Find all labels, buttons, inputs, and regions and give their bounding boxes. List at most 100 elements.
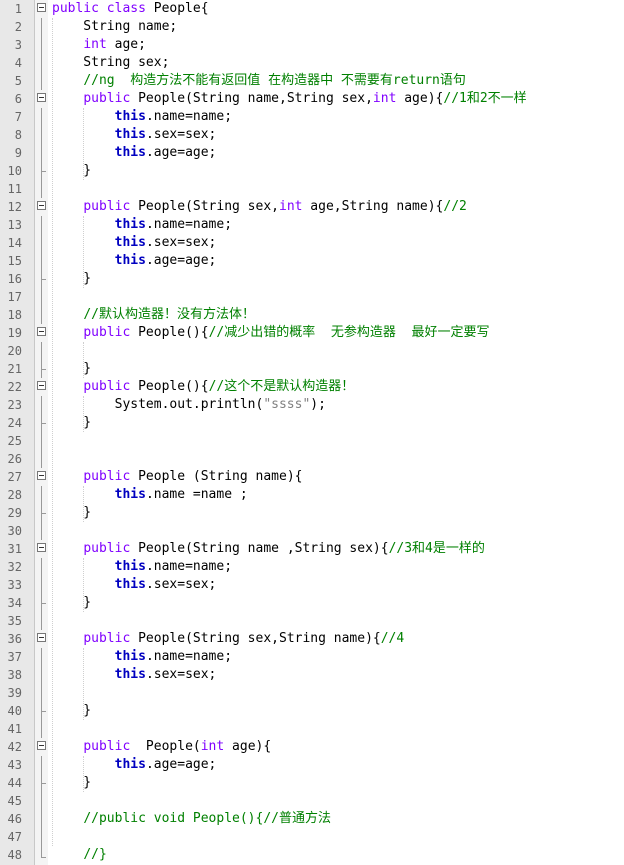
code-line[interactable]: 35 [0, 612, 624, 630]
code-token: .sex=sex; [145, 577, 217, 592]
code-line[interactable]: 5 //ng 构造方法不能有返回值 在构造器中 不需要有return语句 [0, 72, 624, 90]
code-line[interactable]: 12 public People(String sex,int age,Stri… [0, 198, 624, 216]
code-token: .age=age; [145, 145, 217, 160]
line-number: 39 [7, 686, 22, 700]
code-token: People( [130, 739, 201, 754]
indent-guide [52, 18, 53, 846]
code-line[interactable]: 13 this.name=name; [0, 216, 624, 234]
code-line[interactable]: 24 } [0, 414, 624, 432]
code-line[interactable]: 29 } [0, 504, 624, 522]
fold-minus-icon[interactable] [37, 543, 46, 555]
code-line[interactable]: 1 public class People{ [0, 0, 624, 18]
fold-line [37, 126, 46, 144]
line-number: 7 [14, 110, 22, 124]
code-line[interactable]: 3 int age; [0, 36, 624, 54]
line-number: 35 [7, 614, 22, 628]
code-line[interactable]: 33 this.sex=sex; [0, 576, 624, 594]
line-number: 24 [7, 416, 22, 430]
fold-minus-icon[interactable] [37, 741, 46, 753]
keyword-token: public [83, 199, 131, 214]
code-token: People(String sex,String name){ [130, 631, 381, 646]
fold-end-marker-icon [37, 162, 46, 180]
code-text: } [52, 162, 91, 180]
comment-token: //2 [443, 199, 467, 214]
code-line[interactable]: 26 [0, 450, 624, 468]
code-line[interactable]: 17 [0, 288, 624, 306]
code-line[interactable]: 18 //默认构造器！没有方法体！ [0, 306, 624, 324]
code-line[interactable]: 23 System.out.println("ssss"); [0, 396, 624, 414]
code-line[interactable]: 11 [0, 180, 624, 198]
code-text: this.sex=sex; [52, 126, 217, 144]
keyword-token: int [279, 199, 303, 214]
code-line[interactable]: 6 public People(String name,String sex,i… [0, 90, 624, 108]
code-line[interactable]: 32 this.name=name; [0, 558, 624, 576]
code-line[interactable]: 44 } [0, 774, 624, 792]
code-line[interactable]: 27 public People (String name){ [0, 468, 624, 486]
code-line[interactable]: 30 [0, 522, 624, 540]
code-line[interactable]: 28 this.name =name ; [0, 486, 624, 504]
fold-line [37, 342, 46, 360]
code-token: } [52, 163, 92, 178]
fold-minus-icon[interactable] [37, 633, 46, 645]
code-line[interactable]: 25 [0, 432, 624, 450]
fold-minus-icon[interactable] [37, 471, 46, 483]
code-line[interactable]: 2 String name; [0, 18, 624, 36]
code-token: } [52, 775, 92, 790]
code-line[interactable]: 20 [0, 342, 624, 360]
this-keyword-token: this [114, 217, 146, 232]
fold-minus-icon[interactable] [37, 327, 46, 339]
line-number: 32 [7, 560, 22, 574]
code-line[interactable]: 43 this.age=age; [0, 756, 624, 774]
code-line[interactable]: 9 this.age=age; [0, 144, 624, 162]
code-line[interactable]: 45 [0, 792, 624, 810]
fold-minus-icon[interactable] [37, 3, 46, 15]
code-line[interactable]: 21 } [0, 360, 624, 378]
code-line[interactable]: 36 public People(String sex,String name)… [0, 630, 624, 648]
code-line[interactable]: 19 public People(){//减少出错的概率 无参构造器 最好一定要… [0, 324, 624, 342]
line-number: 48 [7, 848, 22, 862]
line-number: 28 [7, 488, 22, 502]
code-line[interactable]: 41 [0, 720, 624, 738]
code-line[interactable]: 8 this.sex=sex; [0, 126, 624, 144]
code-line[interactable]: 10 } [0, 162, 624, 180]
code-line[interactable]: 39 [0, 684, 624, 702]
code-line[interactable]: 48 //} [0, 846, 624, 864]
fold-minus-icon[interactable] [37, 381, 46, 393]
fold-minus-icon[interactable] [37, 201, 46, 213]
code-token: People (String name){ [130, 469, 303, 484]
code-token: People(String name ,String sex){ [130, 541, 389, 556]
code-text: String name; [52, 18, 177, 36]
code-line[interactable]: 22 public People(){//这个不是默认构造器！ [0, 378, 624, 396]
code-line[interactable]: 42 public People(int age){ [0, 738, 624, 756]
code-token: age,String name){ [302, 199, 444, 214]
code-line[interactable]: 31 public People(String name ,String sex… [0, 540, 624, 558]
fold-line [37, 216, 46, 234]
this-keyword-token: this [114, 235, 146, 250]
fold-line [37, 810, 46, 828]
code-line[interactable]: 15 this.age=age; [0, 252, 624, 270]
code-line[interactable]: 14 this.sex=sex; [0, 234, 624, 252]
code-line[interactable]: 47 [0, 828, 624, 846]
fold-end-marker-icon [37, 846, 46, 861]
code-text: //ng 构造方法不能有返回值 在构造器中 不需要有return语句 [52, 72, 466, 90]
fold-minus-icon[interactable] [37, 93, 46, 105]
code-line[interactable]: 38 this.sex=sex; [0, 666, 624, 684]
code-line[interactable]: 34 } [0, 594, 624, 612]
code-editor[interactable]: 1 public class People{2 String name; 3 int… [0, 0, 624, 865]
code-line[interactable]: 37 this.name=name; [0, 648, 624, 666]
line-number: 46 [7, 812, 22, 826]
code-line[interactable]: 7 this.name=name; [0, 108, 624, 126]
keyword-token: public [83, 379, 131, 394]
keyword-token: public [83, 739, 131, 754]
this-keyword-token: this [114, 757, 146, 772]
keyword-token: public [83, 631, 131, 646]
code-line[interactable]: 40 } [0, 702, 624, 720]
comment-token: //public void People(){//普通方法 [83, 811, 331, 826]
code-line[interactable]: 4 String sex; [0, 54, 624, 72]
code-line[interactable]: 46 //public void People(){//普通方法 [0, 810, 624, 828]
code-line[interactable]: 16 } [0, 270, 624, 288]
